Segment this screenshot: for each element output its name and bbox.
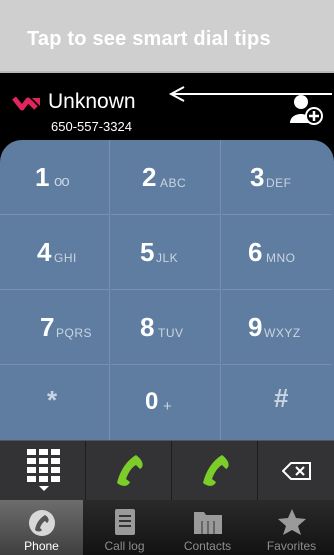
- tab-label: Favorites: [266, 539, 317, 553]
- key-hash[interactable]: #: [222, 365, 332, 440]
- caller-number: 650-557-3324: [51, 119, 132, 134]
- key-3[interactable]: 3 DEF: [222, 140, 332, 215]
- smart-dial-tips-banner[interactable]: Tap to see smart dial tips: [0, 0, 334, 73]
- key-9[interactable]: 9 WXYZ: [222, 290, 332, 365]
- call-icon: [117, 455, 143, 486]
- key-2[interactable]: 2 ABC: [111, 140, 221, 215]
- tab-contacts[interactable]: Contacts: [166, 500, 249, 555]
- tab-favorites[interactable]: Favorites: [249, 500, 334, 555]
- dialpad-toggle-icon: [27, 449, 60, 491]
- key-0[interactable]: 0 +: [111, 365, 221, 440]
- backspace-button[interactable]: [258, 441, 334, 501]
- call-button-2[interactable]: [172, 441, 258, 501]
- contacts-icon: [193, 512, 222, 534]
- key-8[interactable]: 8 TUV: [111, 290, 221, 365]
- tab-phone[interactable]: Phone: [0, 500, 83, 555]
- tab-label: Phone: [24, 539, 59, 553]
- caller-info[interactable]: Unknown 650-557-3324: [0, 73, 334, 140]
- voicemail-icon: oo: [54, 173, 70, 190]
- tab-label: Contacts: [183, 539, 232, 553]
- key-5[interactable]: 5 JLK: [111, 215, 221, 290]
- banner-text: Tap to see smart dial tips: [27, 28, 271, 50]
- key-star[interactable]: *: [0, 365, 110, 440]
- key-6[interactable]: 6 MNO: [222, 215, 332, 290]
- call-icon: [203, 455, 229, 486]
- tab-label: Call log: [104, 539, 145, 553]
- dialpad: 1 oo 2 ABC 3 DEF 4 GHI 5 JLK 6 MNO 7 PQR…: [0, 140, 334, 440]
- backspace-icon: [282, 462, 311, 480]
- dialpad-toggle-button[interactable]: [0, 441, 86, 501]
- add-contact-icon[interactable]: [288, 93, 324, 125]
- tab-call-log[interactable]: Call log: [83, 500, 166, 555]
- star-icon: [277, 509, 306, 535]
- key-1[interactable]: 1 oo: [0, 140, 110, 215]
- phone-icon: [28, 510, 55, 536]
- key-4[interactable]: 4 GHI: [0, 215, 110, 290]
- missed-call-icon: [12, 96, 40, 111]
- call-button[interactable]: [86, 441, 172, 501]
- key-7[interactable]: 7 PQRS: [0, 290, 110, 365]
- caller-name: Unknown: [48, 90, 136, 113]
- call-log-icon: [114, 509, 135, 535]
- dialer-action-bar: [0, 440, 334, 501]
- bottom-tab-bar: Phone Call log Contacts Favorites: [0, 500, 334, 555]
